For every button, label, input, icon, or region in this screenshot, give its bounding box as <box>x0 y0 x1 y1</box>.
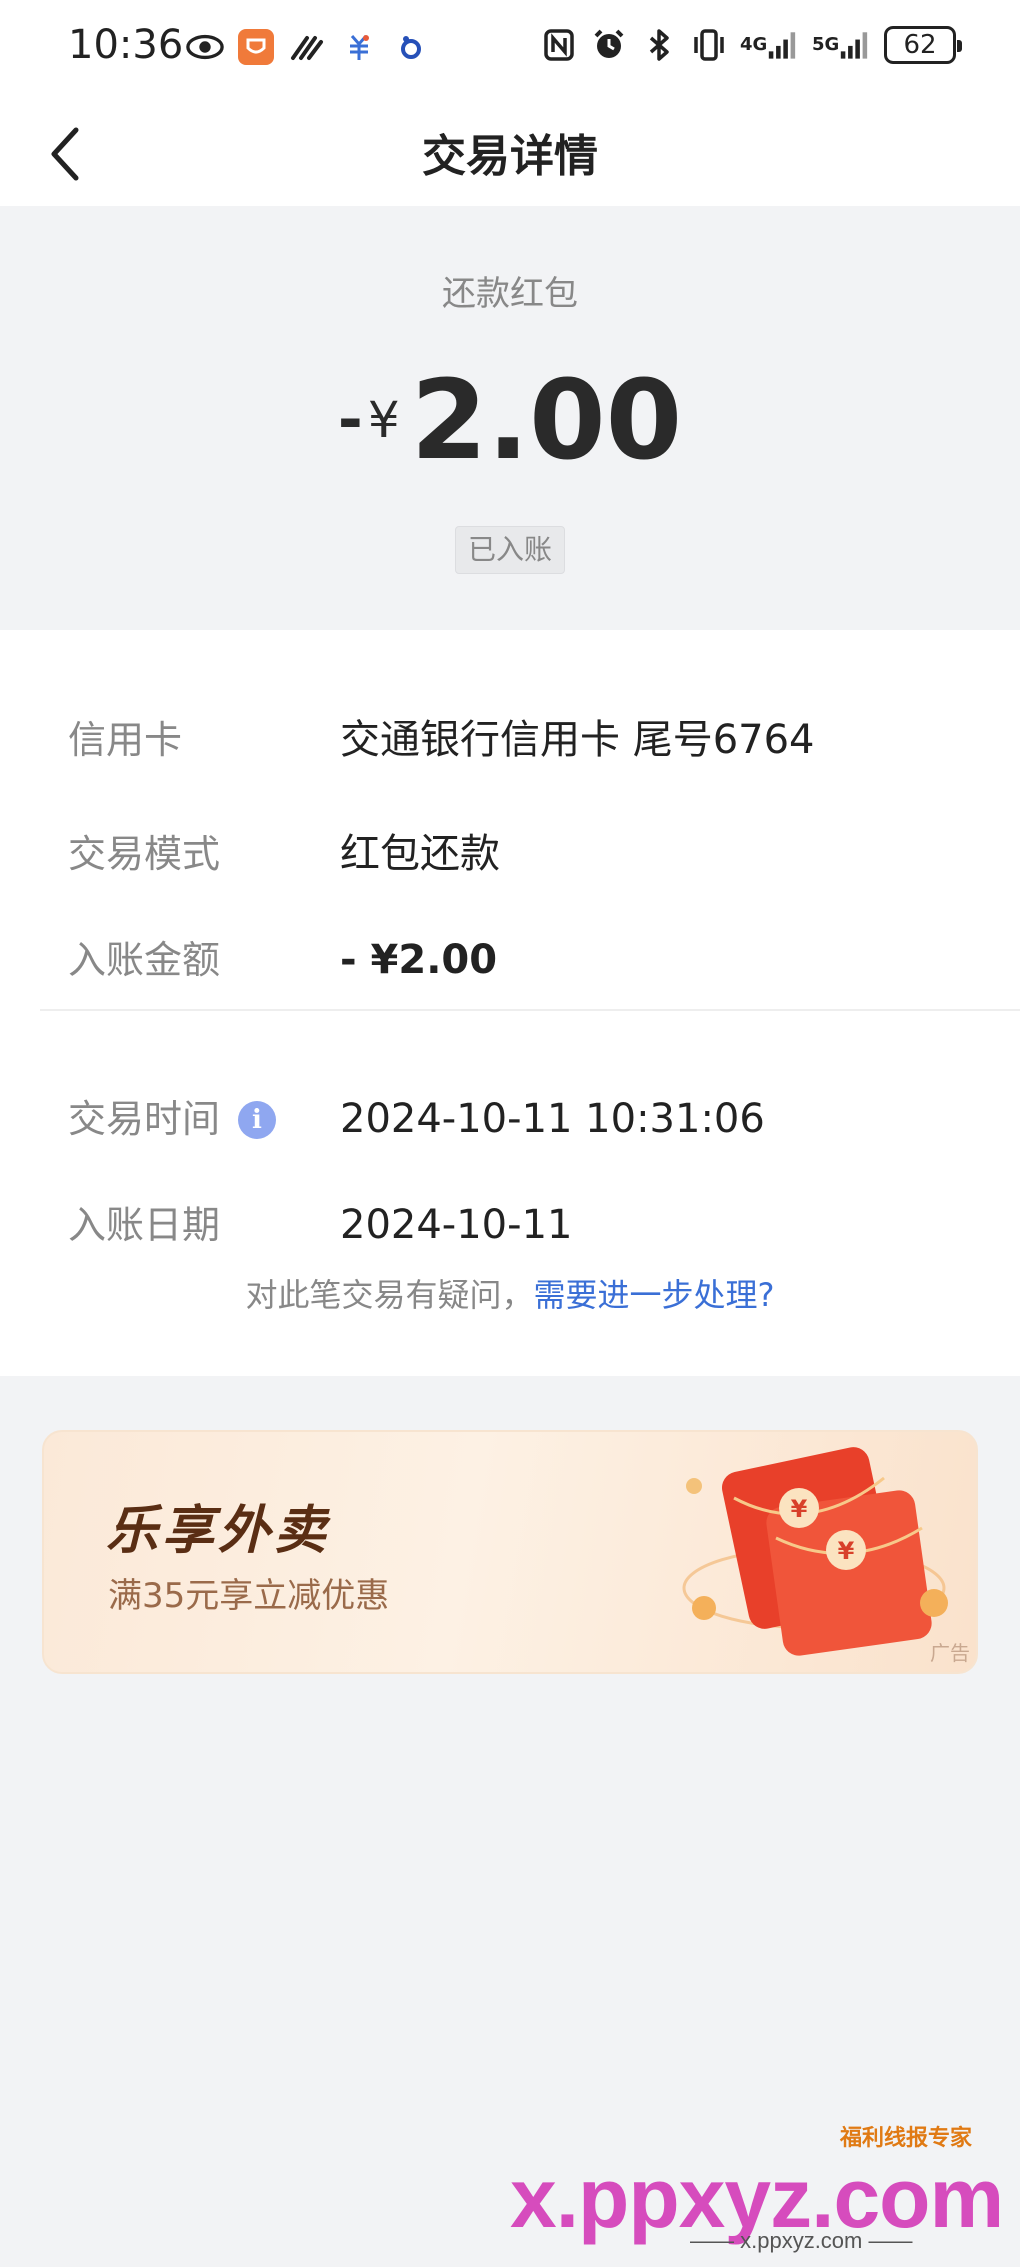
bank-app-icon <box>340 28 378 66</box>
status-bar: 10:36 4G 5G 62 <box>0 0 1020 96</box>
alarm-icon <box>590 26 628 64</box>
currency-symbol: ¥ <box>367 391 400 449</box>
svg-text:¥: ¥ <box>838 1537 855 1565</box>
amount-summary: 还款红包 - ¥ 2.00 已入账 <box>0 206 1020 630</box>
bluetooth-icon <box>640 26 678 64</box>
battery-level: 62 <box>903 30 937 60</box>
info-icon[interactable]: i <box>238 1101 276 1139</box>
query-text: 对此笔交易有疑问， <box>245 1276 534 1314</box>
signal-app-icon <box>288 28 326 66</box>
battery-indicator: 62 <box>884 26 962 64</box>
nav-bar: 交易详情 <box>0 96 1020 206</box>
ad-tag: 广告 <box>930 1641 970 1665</box>
amount-sign: - <box>337 385 363 455</box>
amount-value: 2.00 <box>410 356 683 484</box>
vibrate-icon <box>690 26 728 64</box>
ad-title: 乐享外卖 <box>106 1501 331 1561</box>
watermark: 福利线报专家 x.ppxyz.com —— x.ppxyz.com —— <box>510 2120 1010 2260</box>
app-icon <box>238 29 274 65</box>
detail-row-amount: 入账金额 - ¥2.00 <box>0 930 1020 990</box>
baidu-icon <box>392 28 430 66</box>
status-right-icons: 4G 5G 62 <box>540 26 962 64</box>
detail-value: 2024-10-11 <box>340 1202 573 1248</box>
red-envelope-icon: ¥ ¥ <box>682 1447 948 1656</box>
signal-4g-icon: 4G <box>740 26 800 64</box>
detail-value: 红包还款 <box>340 831 500 877</box>
further-processing-link[interactable]: 需要进一步处理? <box>534 1276 775 1314</box>
status-badge: 已入账 <box>455 526 565 574</box>
ad-banner[interactable]: 乐享外卖 满35元享立减优惠 ¥ ¥ 广告 <box>42 1430 978 1674</box>
signal-5g-icon: 5G <box>812 26 872 64</box>
detail-value: 2024-10-11 10:31:06 <box>340 1096 765 1142</box>
detail-label: 交易模式 <box>68 832 221 876</box>
ad-subtitle: 满35元享立减优惠 <box>108 1576 390 1616</box>
nfc-icon <box>540 26 578 64</box>
page-title: 交易详情 <box>422 131 598 182</box>
status-time: 10:36 <box>68 22 184 68</box>
detail-label: 入账日期 <box>68 1203 221 1247</box>
detail-value: - ¥2.00 <box>340 937 498 983</box>
detail-row-card: 信用卡 交通银行信用卡 尾号6764 <box>0 710 1020 770</box>
detail-value: 交通银行信用卡 尾号6764 <box>340 717 815 763</box>
detail-row-mode: 交易模式 红包还款 <box>0 824 1020 884</box>
watermark-slogan: 福利线报专家 <box>840 2126 973 2151</box>
detail-row-date: 入账日期 2024-10-11 <box>0 1195 1020 1255</box>
query-line: 对此笔交易有疑问，需要进一步处理? <box>0 1270 1020 1316</box>
transaction-details: 信用卡 交通银行信用卡 尾号6764 交易模式 红包还款 入账金额 - ¥2.0… <box>0 630 1020 1376</box>
eye-icon <box>186 28 224 66</box>
svg-text:¥: ¥ <box>791 1495 808 1523</box>
detail-label: 入账金额 <box>68 938 221 982</box>
detail-label: 信用卡 <box>68 718 183 762</box>
amount-display: - ¥ 2.00 <box>0 356 1020 484</box>
status-left-icons <box>186 28 430 66</box>
divider <box>40 1009 1020 1011</box>
detail-row-time: 交易时间 i 2024-10-11 10:31:06 <box>0 1089 1020 1149</box>
detail-label: 交易时间 <box>68 1097 221 1141</box>
transaction-type: 还款红包 <box>442 274 578 314</box>
watermark-url: —— x.ppxyz.com —— <box>690 2228 913 2253</box>
